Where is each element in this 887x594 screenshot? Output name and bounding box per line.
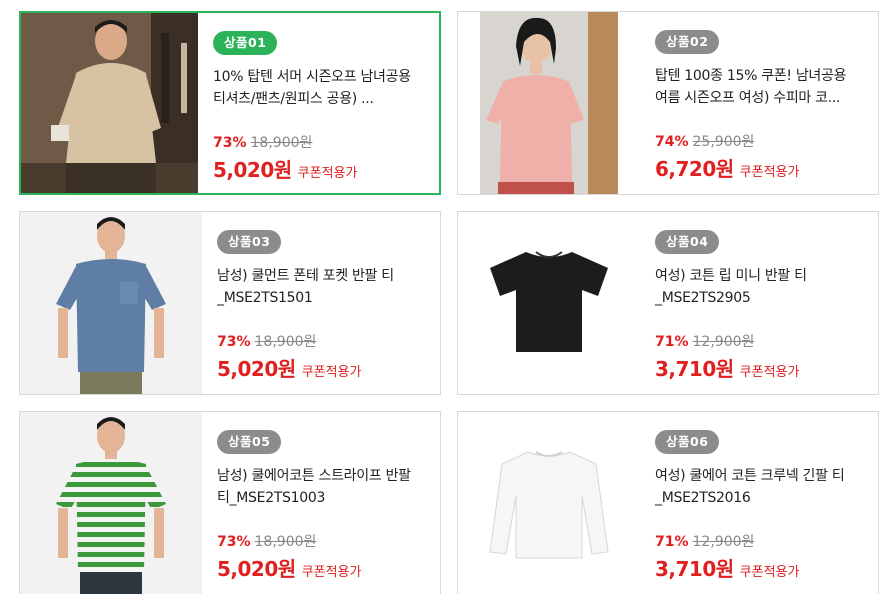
sale-price: 6,720원 <box>655 157 734 181</box>
sale-price: 3,710원 <box>655 557 734 581</box>
product-title[interactable]: 10% 탑텐 서머 시즌오프 남녀공용 티셔츠/팬츠/원피스 공용) ... <box>213 66 423 110</box>
price-box: 71% 12,900원 3,710원 쿠폰적용가 <box>655 333 799 382</box>
white-longsleeve-tee-photo <box>458 412 640 594</box>
product-title[interactable]: 여성) 쿨에어 코튼 크루넥 긴팔 티_MSE2TS2016 <box>655 465 862 509</box>
product-card-03[interactable]: 상품03 남성) 쿨먼트 폰테 포켓 반팔 티_MSE2TS1501 73% 18… <box>19 211 441 395</box>
original-price: 12,900원 <box>692 534 755 550</box>
original-price: 25,900원 <box>692 134 755 150</box>
discount-rate: 73% <box>217 534 251 550</box>
price-box: 71% 12,900원 3,710원 쿠폰적용가 <box>655 533 799 582</box>
sale-price: 3,710원 <box>655 357 734 381</box>
product-number-badge: 상품05 <box>217 430 282 454</box>
product-image[interactable] <box>21 13 198 193</box>
coupon-price-label: 쿠폰적용가 <box>301 565 362 580</box>
black-crop-tee-photo <box>458 212 640 394</box>
product-info: 상품03 남성) 쿨먼트 폰테 포켓 반팔 티_MSE2TS1501 73% 18… <box>202 212 440 394</box>
man-green-stripe-tee-photo <box>20 412 202 594</box>
product-image[interactable] <box>20 412 202 594</box>
coupon-price-label: 쿠폰적용가 <box>301 365 362 380</box>
product-title[interactable]: 탑텐 100종 15% 쿠폰! 남녀공용 여름 시즌오프 여성) 수피마 코..… <box>655 65 862 109</box>
original-price: 18,900원 <box>254 334 317 350</box>
price-box: 73% 18,900원 5,020원 쿠폰적용가 <box>217 533 361 582</box>
product-number-badge: 상품04 <box>655 230 720 254</box>
discount-rate: 71% <box>655 534 689 550</box>
product-card-05[interactable]: 상품05 남성) 쿨에어코튼 스트라이프 반팔 티_MSE2TS1003 73%… <box>19 411 441 594</box>
price-box: 74% 25,900원 6,720원 쿠폰적용가 <box>655 133 799 182</box>
sale-price: 5,020원 <box>217 357 296 381</box>
coupon-price-label: 쿠폰적용가 <box>739 565 800 580</box>
discount-rate: 73% <box>213 135 247 151</box>
sale-price: 5,020원 <box>213 158 292 182</box>
product-info: 상품06 여성) 쿨에어 코튼 크루넥 긴팔 티_MSE2TS2016 71% 1… <box>640 412 878 594</box>
original-price: 18,900원 <box>254 534 317 550</box>
product-image[interactable] <box>20 212 202 394</box>
product-card-02[interactable]: 상품02 탑텐 100종 15% 쿠폰! 남녀공용 여름 시즌오프 여성) 수피… <box>457 11 879 195</box>
original-price: 12,900원 <box>692 334 755 350</box>
product-title[interactable]: 남성) 쿨에어코튼 스트라이프 반팔 티_MSE2TS1003 <box>217 465 424 509</box>
product-number-badge: 상품02 <box>655 30 720 54</box>
discount-rate: 74% <box>655 134 689 150</box>
product-info: 상품05 남성) 쿨에어코튼 스트라이프 반팔 티_MSE2TS1003 73%… <box>202 412 440 594</box>
discount-rate: 73% <box>217 334 251 350</box>
product-number-badge: 상품03 <box>217 230 282 254</box>
original-price: 18,900원 <box>250 135 313 151</box>
price-box: 73% 18,900원 5,020원 쿠폰적용가 <box>217 333 361 382</box>
product-image[interactable] <box>458 212 640 394</box>
product-info: 상품02 탑텐 100종 15% 쿠폰! 남녀공용 여름 시즌오프 여성) 수피… <box>640 12 878 194</box>
sale-price: 5,020원 <box>217 557 296 581</box>
coupon-price-label: 쿠폰적용가 <box>739 165 800 180</box>
product-number-badge: 상품06 <box>655 430 720 454</box>
man-blue-tshirt-photo <box>20 212 202 394</box>
product-card-04[interactable]: 상품04 여성) 코튼 립 미니 반팔 티_MSE2TS2905 71% 12,9… <box>457 211 879 395</box>
price-box: 73% 18,900원 5,020원 쿠폰적용가 <box>213 134 357 183</box>
product-title[interactable]: 남성) 쿨먼트 폰테 포켓 반팔 티_MSE2TS1501 <box>217 265 424 309</box>
product-grid: 상품01 10% 탑텐 서머 시즌오프 남녀공용 티셔츠/팬츠/원피스 공용) … <box>0 0 887 594</box>
product-image[interactable] <box>458 412 640 594</box>
coupon-price-label: 쿠폰적용가 <box>739 365 800 380</box>
product-image[interactable] <box>458 12 640 194</box>
woman-pink-knit-photo <box>458 12 640 194</box>
product-info: 상품01 10% 탑텐 서머 시즌오프 남녀공용 티셔츠/팬츠/원피스 공용) … <box>198 13 439 193</box>
man-beige-polo-photo <box>21 13 198 193</box>
product-info: 상품04 여성) 코튼 립 미니 반팔 티_MSE2TS2905 71% 12,9… <box>640 212 878 394</box>
product-card-01[interactable]: 상품01 10% 탑텐 서머 시즌오프 남녀공용 티셔츠/팬츠/원피스 공용) … <box>19 11 441 195</box>
product-card-06[interactable]: 상품06 여성) 쿨에어 코튼 크루넥 긴팔 티_MSE2TS2016 71% 1… <box>457 411 879 594</box>
coupon-price-label: 쿠폰적용가 <box>297 166 358 181</box>
product-title[interactable]: 여성) 코튼 립 미니 반팔 티_MSE2TS2905 <box>655 265 862 309</box>
discount-rate: 71% <box>655 334 689 350</box>
product-number-badge: 상품01 <box>213 31 278 55</box>
